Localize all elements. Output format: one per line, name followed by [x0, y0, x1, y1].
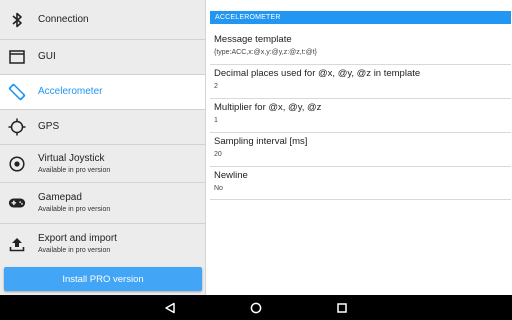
setting-title: Decimal places used for @x, @y, @z in te… — [214, 68, 421, 79]
setting-value: 1 — [214, 117, 218, 124]
sidebar-item-label: GUI — [38, 51, 56, 62]
sidebar: Connection GUI Accelerometer GPS Virtual… — [0, 0, 206, 295]
setting-decimal-places[interactable]: Decimal places used for @x, @y, @z in te… — [210, 65, 511, 99]
section-header: ACCELEROMETER — [210, 11, 511, 24]
joystick-icon — [8, 155, 26, 173]
setting-value: No — [214, 185, 223, 192]
sidebar-item-label: Export and import — [38, 233, 117, 244]
setting-value: 20 — [214, 151, 222, 158]
setting-value: 2 — [214, 83, 218, 90]
system-navigation-bar — [0, 295, 512, 320]
gamepad-icon — [8, 194, 26, 212]
sidebar-item-sublabel: Available in pro version — [38, 166, 111, 174]
setting-title: Multiplier for @x, @y, @z — [214, 102, 322, 113]
upload-icon — [8, 235, 26, 253]
sidebar-item-label: Virtual Joystick — [38, 152, 105, 164]
sidebar-item-sublabel: Available in pro version — [38, 206, 111, 213]
sidebar-item-gps[interactable]: GPS — [0, 110, 205, 145]
setting-multiplier[interactable]: Multiplier for @x, @y, @z 1 — [210, 99, 511, 133]
setting-title: Newline — [214, 170, 248, 181]
back-triangle-icon[interactable] — [162, 300, 178, 316]
window-icon — [8, 48, 26, 66]
screen-rotation-icon — [8, 83, 26, 101]
setting-message-template[interactable]: Message template {type:ACC,x:@x,y:@y,z:@… — [210, 31, 511, 65]
sidebar-item-connection[interactable]: Connection — [0, 0, 205, 40]
sidebar-item-accelerometer[interactable]: Accelerometer — [0, 75, 205, 110]
sidebar-item-gui[interactable]: GUI — [0, 40, 205, 75]
setting-newline[interactable]: Newline No — [210, 167, 511, 200]
sidebar-item-virtual-joystick[interactable]: Virtual Joystick Available in pro versio… — [0, 145, 205, 183]
setting-title: Message template — [214, 34, 292, 45]
sidebar-item-export-import[interactable]: Export and import Available in pro versi… — [0, 224, 205, 264]
gps-crosshair-icon — [8, 118, 26, 136]
recents-square-icon[interactable] — [334, 300, 350, 316]
sidebar-item-label: Gamepad — [38, 192, 82, 203]
sidebar-item-sublabel: Available in pro version — [38, 247, 111, 254]
setting-sampling-interval[interactable]: Sampling interval [ms] 20 — [210, 133, 511, 167]
install-pro-button[interactable]: Install PRO version — [4, 267, 202, 291]
setting-title: Sampling interval [ms] — [214, 136, 308, 147]
sidebar-item-label: Connection — [38, 13, 89, 25]
sidebar-item-gamepad[interactable]: Gamepad Available in pro version — [0, 183, 205, 224]
sidebar-item-label: GPS — [38, 121, 60, 132]
home-circle-icon[interactable] — [248, 300, 264, 316]
setting-value: {type:ACC,x:@x,y:@y,z:@z,t:@t} — [214, 49, 317, 56]
sidebar-item-label: Accelerometer — [38, 86, 103, 97]
settings-panel: ACCELEROMETER Message template {type:ACC… — [206, 0, 512, 295]
bluetooth-icon — [8, 11, 26, 29]
